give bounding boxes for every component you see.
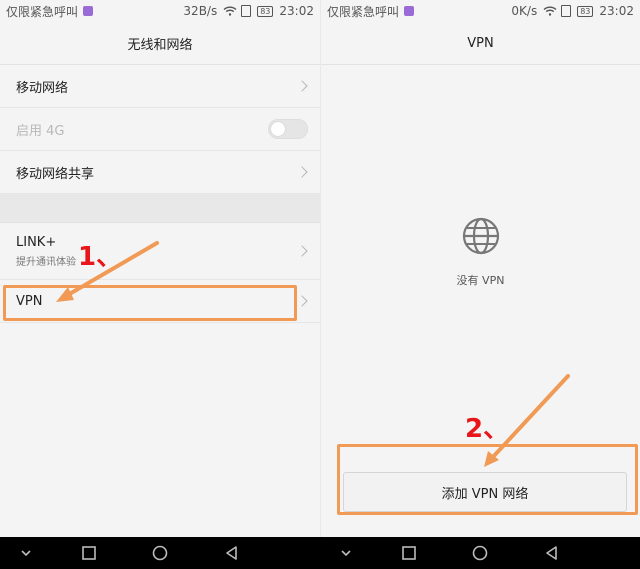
carrier-text: 仅限紧急呼叫	[6, 4, 79, 19]
page-title: VPN	[321, 22, 640, 65]
status-bar: 仅限紧急呼叫 0K/s 83 23:02	[321, 0, 640, 22]
enable-4g-label: 启用 4G	[16, 123, 65, 139]
page-title: 无线和网络	[0, 22, 320, 65]
sim-icon	[241, 5, 252, 17]
back-icon[interactable]	[544, 545, 560, 561]
mobile-network-label: 移动网络	[16, 80, 69, 96]
no-vpn-text: 没有 VPN	[456, 274, 505, 287]
right-nav-group	[320, 537, 640, 569]
purple-app-icon	[83, 6, 94, 16]
network-speed: 0K/s	[511, 4, 538, 18]
battery-icon: 83	[577, 5, 594, 17]
down-icon[interactable]	[18, 545, 34, 561]
chevron-right-icon	[296, 166, 308, 178]
network-speed: 32B/s	[183, 4, 218, 18]
navigation-bar	[0, 537, 640, 569]
carrier-text: 仅限紧急呼叫	[327, 4, 400, 19]
wifi-icon	[223, 6, 237, 16]
chevron-right-icon	[296, 295, 308, 307]
link-plus-label: LINK+	[16, 234, 57, 250]
back-icon[interactable]	[224, 545, 240, 561]
down-icon[interactable]	[338, 545, 354, 561]
enable-4g-toggle[interactable]	[268, 119, 308, 139]
vpn-highlight-box	[3, 285, 297, 321]
status-bar: 仅限紧急呼叫 32B/s 83 23:02	[0, 0, 320, 22]
mobile-tethering-label: 移动网络共享	[16, 166, 95, 182]
add-vpn-highlight-box	[337, 444, 638, 515]
recent-icon[interactable]	[81, 545, 97, 561]
empty-state: 没有 VPN	[321, 216, 640, 288]
wireless-networks-screen: 仅限紧急呼叫 32B/s 83 23:02 无线和网络 移动网络 启用 4G 移…	[0, 0, 320, 537]
mobile-network-item[interactable]: 移动网络	[0, 65, 320, 108]
battery-icon: 83	[257, 5, 274, 17]
section-divider	[0, 194, 320, 223]
globe-icon	[462, 217, 499, 255]
toggle-knob	[271, 122, 285, 136]
link-plus-item[interactable]: LINK+ 提升通讯体验	[0, 223, 320, 280]
sim-icon	[561, 5, 572, 17]
enable-4g-item: 启用 4G	[0, 108, 320, 151]
purple-app-icon	[404, 6, 415, 16]
clock: 23:02	[599, 4, 634, 18]
clock: 23:02	[279, 4, 314, 18]
step-1-label: 1、	[78, 242, 123, 272]
link-plus-sublabel: 提升通讯体验	[16, 256, 76, 268]
recent-icon[interactable]	[401, 545, 417, 561]
chevron-right-icon	[296, 80, 308, 92]
wifi-icon	[543, 6, 557, 16]
left-nav-group	[0, 537, 320, 569]
mobile-tethering-item[interactable]: 移动网络共享	[0, 151, 320, 194]
home-icon[interactable]	[152, 545, 168, 561]
chevron-right-icon	[296, 245, 308, 257]
step-2-label: 2、	[465, 414, 510, 444]
home-icon[interactable]	[472, 545, 488, 561]
